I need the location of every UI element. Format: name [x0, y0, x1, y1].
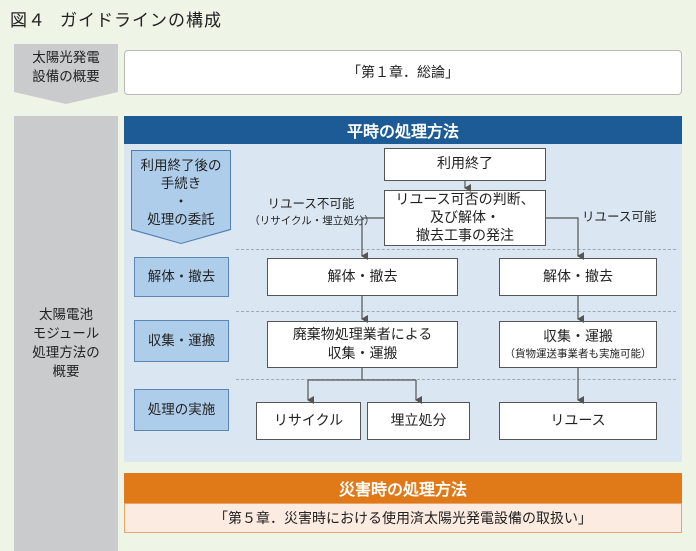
- arrow-reusable: [546, 217, 584, 260]
- disaster-header: 災害時の処理方法: [124, 473, 682, 503]
- chapter5-box: 「第５章．災害時における使用済太陽光発電設備の取扱い」: [124, 503, 682, 533]
- arrow-not-reusable: [361, 217, 384, 260]
- flow-connectors: [307, 181, 584, 404]
